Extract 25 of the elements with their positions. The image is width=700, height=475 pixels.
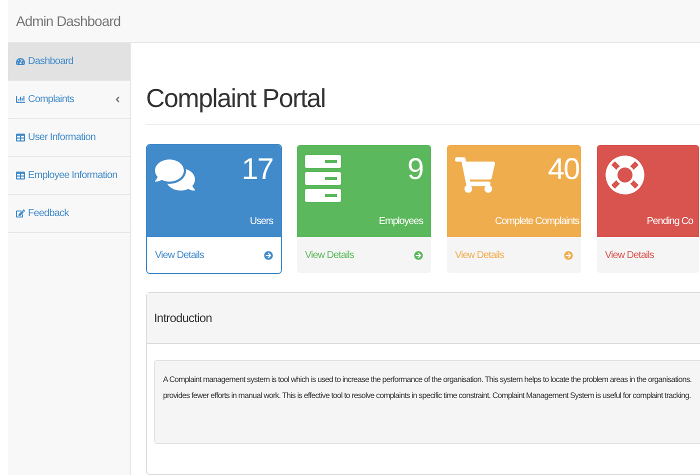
- intro-text: provides fewer efforts in manual work. This is effective tool to resolve complaints in specific time constraint. Complaint Management System is useful for complaint tracking.: [163, 391, 692, 400]
- life-ring-icon: [605, 155, 645, 195]
- view-details-link[interactable]: View Details: [605, 250, 654, 260]
- page-title: Complaint Portal: [146, 83, 700, 125]
- list-icon: [305, 155, 343, 203]
- view-details-link[interactable]: View Details: [155, 250, 204, 260]
- shopping-cart-icon: [455, 155, 495, 195]
- sidebar-item[interactable]: Dashboard: [8, 43, 130, 81]
- bar-chart-icon: [16, 95, 25, 104]
- stat-label: Pending Co: [646, 216, 693, 227]
- panel-title: Introduction: [154, 311, 212, 325]
- dashboard-icon: [16, 57, 25, 66]
- stat-label: Complete Complaints: [495, 216, 580, 227]
- stat-count: 17: [242, 155, 273, 185]
- stat-count: 9: [407, 155, 423, 185]
- stat-count: 40: [548, 155, 580, 185]
- stat-label: Users: [250, 216, 273, 227]
- view-details-link[interactable]: View Details: [455, 250, 504, 260]
- brand-title[interactable]: Admin Dashboard: [16, 13, 121, 29]
- view-details-link[interactable]: View Details: [305, 250, 354, 260]
- table-icon: [16, 171, 25, 180]
- stat-label: Employees: [378, 216, 423, 227]
- intro-text: A Complaint management system is tool which is used to increase the performance of the organisation. This system helps to locate the problem areas in the organisations.: [163, 375, 693, 384]
- table-icon: [16, 133, 25, 142]
- edit-icon: [16, 209, 25, 218]
